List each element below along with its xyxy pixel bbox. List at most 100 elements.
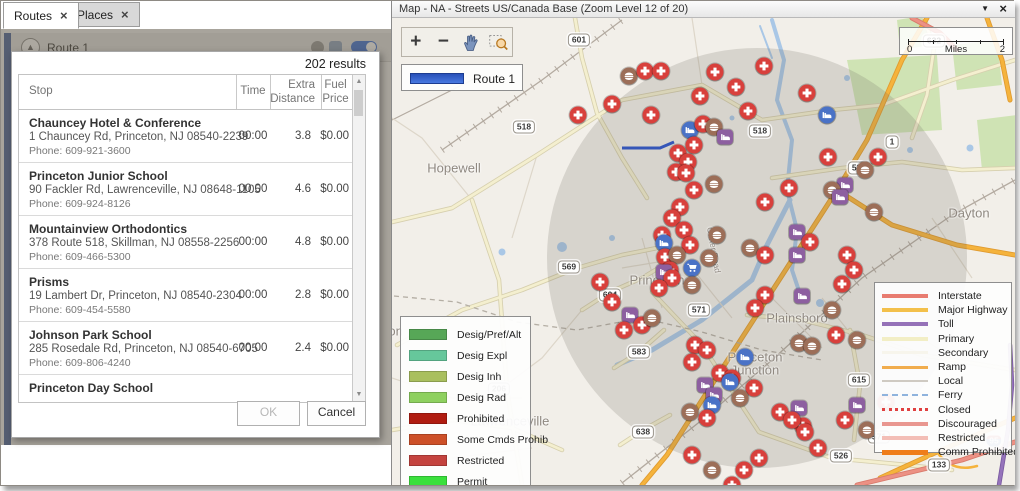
lodging-marker[interactable]	[737, 349, 754, 366]
tab-places-close-icon[interactable]: ×	[121, 10, 129, 20]
medical-marker[interactable]	[653, 63, 670, 80]
medical-marker[interactable]	[707, 64, 724, 81]
medical-marker[interactable]	[736, 462, 753, 479]
zoom-selection-icon[interactable]	[486, 30, 510, 54]
medical-marker[interactable]	[728, 79, 745, 96]
food-marker[interactable]	[706, 176, 723, 193]
table-row[interactable]: Johnson Park School285 Rosedale Rd, Prin…	[19, 322, 365, 375]
lodging-marker[interactable]	[722, 374, 739, 391]
tab-routes[interactable]: Routes ×	[3, 2, 79, 29]
truck-legend-item: Desig Inh	[409, 366, 530, 387]
tab-routes-close-icon[interactable]: ×	[60, 11, 68, 21]
food-marker[interactable]	[709, 227, 726, 244]
hotel-marker[interactable]	[794, 289, 810, 304]
medical-marker[interactable]	[686, 137, 703, 154]
medical-marker[interactable]	[846, 262, 863, 279]
lodging-marker[interactable]	[819, 107, 836, 124]
medical-marker[interactable]	[740, 103, 757, 120]
route-legend: Route 1	[401, 64, 523, 91]
medical-marker[interactable]	[781, 180, 798, 197]
medical-marker[interactable]	[757, 247, 774, 264]
stops-table-header: Stop Time Extra Distance Fuel Price	[19, 75, 365, 110]
food-marker[interactable]	[684, 277, 701, 294]
food-marker[interactable]	[866, 204, 883, 221]
medical-marker[interactable]	[637, 63, 654, 80]
medical-marker[interactable]	[604, 294, 621, 311]
food-marker[interactable]	[621, 68, 638, 85]
medical-marker[interactable]	[699, 342, 716, 359]
medical-marker[interactable]	[616, 322, 633, 339]
medical-marker[interactable]	[837, 412, 854, 429]
medical-marker[interactable]	[570, 107, 587, 124]
food-marker[interactable]	[704, 462, 721, 479]
medical-marker[interactable]	[592, 274, 609, 291]
food-marker[interactable]	[804, 338, 821, 355]
medical-marker[interactable]	[870, 149, 887, 166]
medical-marker[interactable]	[799, 85, 816, 102]
route-legend-label: Route 1	[473, 72, 515, 86]
road-legend-item: Primary	[882, 332, 1011, 346]
medical-marker[interactable]	[751, 450, 768, 467]
food-marker[interactable]	[849, 332, 866, 349]
road-legend-item: Closed	[882, 403, 1011, 417]
legend-line-swatch	[882, 422, 928, 426]
medical-marker[interactable]	[692, 88, 709, 105]
town-label: Dayton	[948, 206, 989, 221]
scrollbar-up-icon[interactable]: ▲	[353, 76, 365, 88]
medical-marker[interactable]	[828, 327, 845, 344]
legend-label: Ferry	[938, 389, 963, 401]
stop-address: 378 Route 518, Skillman, NJ 08558-2256	[29, 237, 239, 249]
cancel-button[interactable]: Cancel	[307, 401, 366, 426]
table-row[interactable]: Mountainview Orthodontics378 Route 518, …	[19, 216, 365, 269]
food-marker[interactable]	[824, 302, 841, 319]
map-close-icon[interactable]: ×	[999, 2, 1007, 16]
table-row[interactable]: Princeton Day School	[19, 375, 365, 402]
hotel-marker[interactable]	[849, 398, 865, 413]
medical-marker[interactable]	[746, 380, 763, 397]
medical-marker[interactable]	[820, 149, 837, 166]
medical-marker[interactable]	[678, 165, 695, 182]
food-marker[interactable]	[644, 310, 661, 327]
medical-marker[interactable]	[684, 447, 701, 464]
zoom-out-button[interactable]: −	[431, 30, 455, 54]
map-canvas[interactable]: HopewellPrincetonPlainsboroPrincetonJunc…	[392, 18, 1015, 485]
medical-marker[interactable]	[747, 300, 764, 317]
ok-button[interactable]: OK	[237, 401, 300, 426]
medical-marker[interactable]	[797, 424, 814, 441]
table-scrollbar[interactable]: ▲ ▼	[352, 75, 365, 402]
table-row[interactable]: Prisms19 Lambert Dr, Princeton, NJ 08540…	[19, 269, 365, 322]
legend-label: Secondary	[938, 347, 988, 359]
road-legend-item: Ferry	[882, 388, 1011, 402]
medical-marker[interactable]	[643, 107, 660, 124]
hotel-marker[interactable]	[832, 190, 848, 205]
medical-marker[interactable]	[651, 280, 668, 297]
medical-marker[interactable]	[834, 276, 851, 293]
food-marker[interactable]	[732, 390, 749, 407]
hotel-marker[interactable]	[717, 130, 733, 145]
food-marker[interactable]	[701, 250, 718, 267]
shopping-marker[interactable]	[684, 260, 701, 277]
food-marker[interactable]	[682, 404, 699, 421]
stop-name: Chauncey Hotel & Conference	[29, 116, 201, 130]
pan-hand-icon[interactable]	[459, 30, 483, 54]
medical-marker[interactable]	[684, 354, 701, 371]
map-titlebar[interactable]: Map - NA - Streets US/Canada Base (Zoom …	[392, 1, 1015, 18]
hotel-marker[interactable]	[789, 248, 805, 263]
legend-line-swatch	[882, 436, 928, 440]
table-row[interactable]: Chauncey Hotel & Conference1 Chauncey Rd…	[19, 110, 365, 163]
medical-marker[interactable]	[686, 182, 703, 199]
table-row[interactable]: Princeton Junior School90 Fackler Rd, La…	[19, 163, 365, 216]
medical-marker[interactable]	[699, 410, 716, 427]
town-label: Plainsboro	[766, 311, 827, 326]
zoom-in-button[interactable]: +	[404, 30, 428, 54]
stop-extra-distance: 4.6	[270, 183, 315, 195]
medical-marker[interactable]	[756, 58, 773, 75]
food-marker[interactable]	[857, 162, 874, 179]
scrollbar-thumb[interactable]	[354, 90, 363, 116]
medical-marker[interactable]	[604, 96, 621, 113]
medical-marker[interactable]	[810, 440, 827, 457]
scrollbar-down-icon[interactable]: ▼	[353, 389, 365, 401]
medical-marker[interactable]	[757, 194, 774, 211]
map-dropdown-icon[interactable]: ▼	[981, 4, 989, 13]
food-marker[interactable]	[859, 422, 876, 439]
